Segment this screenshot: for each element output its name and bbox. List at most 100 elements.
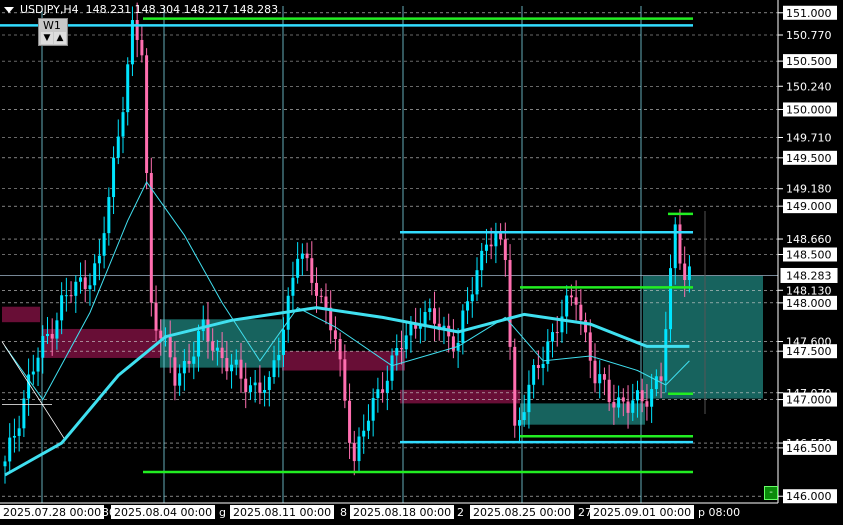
- candle-bull: [466, 301, 470, 311]
- x-tick-label: 2025.08.11 00:00: [233, 506, 331, 519]
- candle-bull: [635, 390, 639, 401]
- x-label-fragment: 27: [578, 506, 592, 519]
- candle-bull: [64, 295, 68, 297]
- candle-bull: [366, 420, 370, 431]
- zone-maroon: [2, 306, 40, 323]
- candle-bull: [371, 397, 375, 421]
- chart-header: USDJPY,H4 148.231 148.304 148.217 148.28…: [4, 3, 278, 16]
- candle-bear: [206, 319, 210, 342]
- candle-bull: [357, 436, 361, 462]
- zone-maroon: [400, 389, 520, 404]
- candle-bear: [513, 346, 517, 426]
- candle-bull: [687, 266, 691, 281]
- candle-bull: [248, 385, 252, 393]
- symbol-timeframe: USDJPY,H4: [20, 3, 79, 16]
- candle-bear: [621, 397, 625, 402]
- candle-bull: [281, 329, 285, 355]
- candle-bull: [631, 400, 635, 413]
- candle-bull: [253, 382, 257, 386]
- candle-bear: [258, 382, 262, 393]
- candle-bull: [404, 335, 408, 350]
- candle-bear: [173, 357, 177, 386]
- candle-bear: [168, 337, 172, 358]
- candle-bear: [348, 400, 352, 443]
- candle-bull: [74, 281, 78, 296]
- y-tick-label: 149.000: [786, 200, 832, 213]
- candle-bear: [602, 374, 606, 380]
- candle-bull: [480, 250, 484, 271]
- candle-bull: [36, 357, 40, 372]
- candle-bull: [178, 373, 182, 386]
- candle-bear: [239, 359, 243, 379]
- y-tick-label: 148.000: [786, 297, 832, 310]
- candle-bull: [272, 360, 276, 378]
- candle-bull: [532, 365, 536, 385]
- candle-bull: [409, 323, 413, 336]
- candle-bull: [423, 312, 427, 326]
- x-tick-label: 2025.09.01 00:00: [593, 506, 691, 519]
- candle-bull: [296, 258, 300, 278]
- candle-bull: [376, 389, 380, 398]
- candle-bear: [319, 295, 323, 297]
- zone-teal: [520, 403, 645, 425]
- candle-bull: [654, 376, 658, 390]
- candle-bear: [574, 297, 578, 305]
- x-label-fragment: 2: [457, 506, 464, 519]
- candle-bull: [494, 233, 498, 247]
- candle-bull: [112, 157, 116, 198]
- candle-bull: [565, 295, 569, 317]
- price-chart[interactable]: 151.000 150.770 150.500 150.240 150.000 149.7…: [0, 0, 843, 525]
- candle-bull: [45, 333, 49, 337]
- y-tick-label: 151.000: [786, 7, 832, 20]
- candle-bull: [267, 377, 271, 390]
- y-tick-label: 146.000: [786, 490, 832, 503]
- candle-bear: [83, 277, 87, 290]
- candle-bear: [135, 20, 139, 40]
- candle-bull: [130, 20, 134, 65]
- timeframe-down-icon[interactable]: ▼: [41, 32, 53, 44]
- candle-bull: [192, 356, 196, 364]
- collapse-button[interactable]: -: [764, 486, 778, 500]
- candle-bear: [640, 390, 644, 402]
- candle-bull: [88, 285, 92, 290]
- x-label-fragment: 8: [340, 506, 347, 519]
- candle-bull: [517, 420, 521, 426]
- x-label-fragment: p 08:00: [698, 506, 740, 519]
- candle-bear: [159, 330, 163, 339]
- candle-bear: [612, 401, 616, 408]
- candle-bull: [116, 136, 120, 158]
- candle-bull: [484, 244, 488, 251]
- candle-bear: [399, 348, 403, 350]
- candle-bull: [79, 277, 83, 282]
- candle-bull: [263, 389, 267, 393]
- candle-bull: [300, 253, 304, 259]
- y-tick-label: 147.500: [786, 345, 832, 358]
- candle-bull: [461, 310, 465, 343]
- candle-bull: [362, 430, 366, 437]
- header-menu-icon[interactable]: [4, 7, 14, 13]
- candle-bull: [197, 331, 201, 357]
- timeframe-panel[interactable]: W1 ▼ ▲: [38, 18, 68, 46]
- candle-bull: [60, 295, 64, 321]
- x-tick-label: 2025.08.18 00:00: [353, 506, 451, 519]
- candle-bull: [541, 363, 545, 369]
- candle-bear: [659, 376, 663, 381]
- y-tick-label: 150.000: [786, 103, 832, 116]
- zone-maroon: [42, 328, 160, 358]
- y-tick-label: 148.130: [786, 284, 832, 297]
- candle-bull: [395, 348, 399, 356]
- candle-bull: [31, 371, 35, 375]
- candle-bull: [107, 197, 111, 234]
- candle-bull: [669, 268, 673, 330]
- candle-bear: [433, 308, 437, 324]
- candle-bull: [41, 336, 45, 358]
- candle-bear: [244, 378, 248, 393]
- candle-bull: [234, 359, 238, 365]
- candle-bear: [508, 260, 512, 347]
- candle-bull: [230, 364, 234, 372]
- candle-bear: [569, 295, 573, 298]
- candle-bull: [97, 255, 101, 264]
- candle-bear: [69, 295, 73, 297]
- y-tick-label: 148.500: [786, 249, 832, 262]
- timeframe-up-icon[interactable]: ▲: [54, 32, 66, 44]
